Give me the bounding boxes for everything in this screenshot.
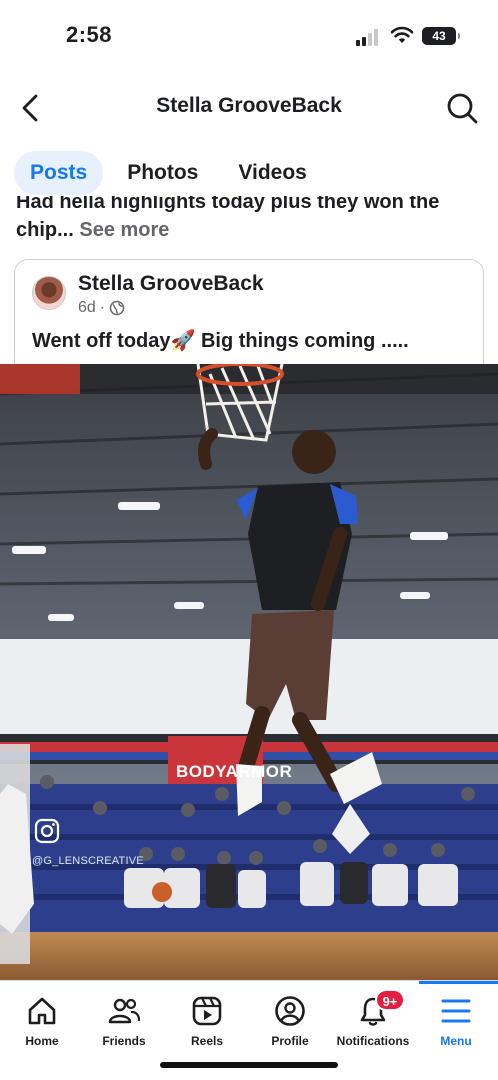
nav-home[interactable]: Home — [0, 981, 84, 1053]
tab-videos[interactable]: Videos — [222, 151, 322, 195]
watermark-handle: @G_LENSCREATIVE — [32, 855, 144, 867]
shared-post-time: 6d — [78, 299, 96, 316]
video-frame — [0, 364, 498, 980]
profile-icon — [275, 996, 305, 1026]
nav-reels-label: Reels — [190, 1034, 224, 1048]
signal-icon — [356, 28, 382, 46]
shared-post-text: Went off today🚀 Big things coming ..... — [32, 330, 409, 352]
friends-icon — [108, 998, 140, 1024]
nav-notifications[interactable]: 9+ Notifications — [331, 981, 415, 1053]
nav-home-label: Home — [25, 1034, 59, 1048]
sponsor-banner-text: BODYARMOR — [176, 762, 293, 781]
search-icon — [447, 93, 478, 124]
tab-photos[interactable]: Photos — [111, 151, 214, 195]
nav-profile[interactable]: Profile — [248, 981, 332, 1053]
nav-reels[interactable]: Reels — [165, 981, 249, 1053]
nav-friends-label: Friends — [102, 1034, 146, 1048]
notifications-badge: 9+ — [375, 989, 405, 1011]
page-title: Stella GrooveBack — [156, 94, 342, 117]
home-icon — [28, 997, 56, 1025]
search-button[interactable] — [444, 90, 480, 126]
page-header: Stella GrooveBack — [0, 80, 498, 136]
nav-profile-label: Profile — [271, 1034, 309, 1048]
instagram-icon — [34, 818, 60, 844]
see-more-link[interactable]: See more — [79, 219, 169, 241]
caption-line-2: chip... See more — [16, 219, 170, 241]
profile-tabs: Posts Photos Videos — [14, 151, 331, 195]
reels-icon — [192, 996, 222, 1026]
avatar[interactable] — [32, 276, 66, 310]
shared-post-meta: 6d · — [78, 299, 125, 317]
nav-menu[interactable]: Menu — [414, 981, 498, 1053]
nav-friends[interactable]: Friends — [82, 981, 166, 1053]
nav-notifications-label: Notifications — [336, 1034, 410, 1048]
battery-icon: 43 — [422, 27, 460, 45]
globe-icon — [109, 300, 125, 316]
nav-menu-label: Menu — [440, 1034, 472, 1048]
menu-icon — [441, 999, 471, 1023]
shared-post-author[interactable]: Stella GrooveBack — [78, 272, 264, 296]
status-time: 2:58 — [66, 22, 113, 47]
wifi-icon — [390, 26, 414, 43]
post-video[interactable]: @G_LENSCREATIVE BODYARMOR — [0, 364, 498, 980]
home-indicator — [160, 1062, 338, 1068]
tab-posts[interactable]: Posts — [14, 151, 104, 195]
post-caption: Had hella highlights today plus they won… — [16, 196, 486, 250]
status-bar: 2:58 43 — [0, 0, 498, 70]
caption-line-1: Had hella highlights today plus they won… — [16, 196, 440, 213]
